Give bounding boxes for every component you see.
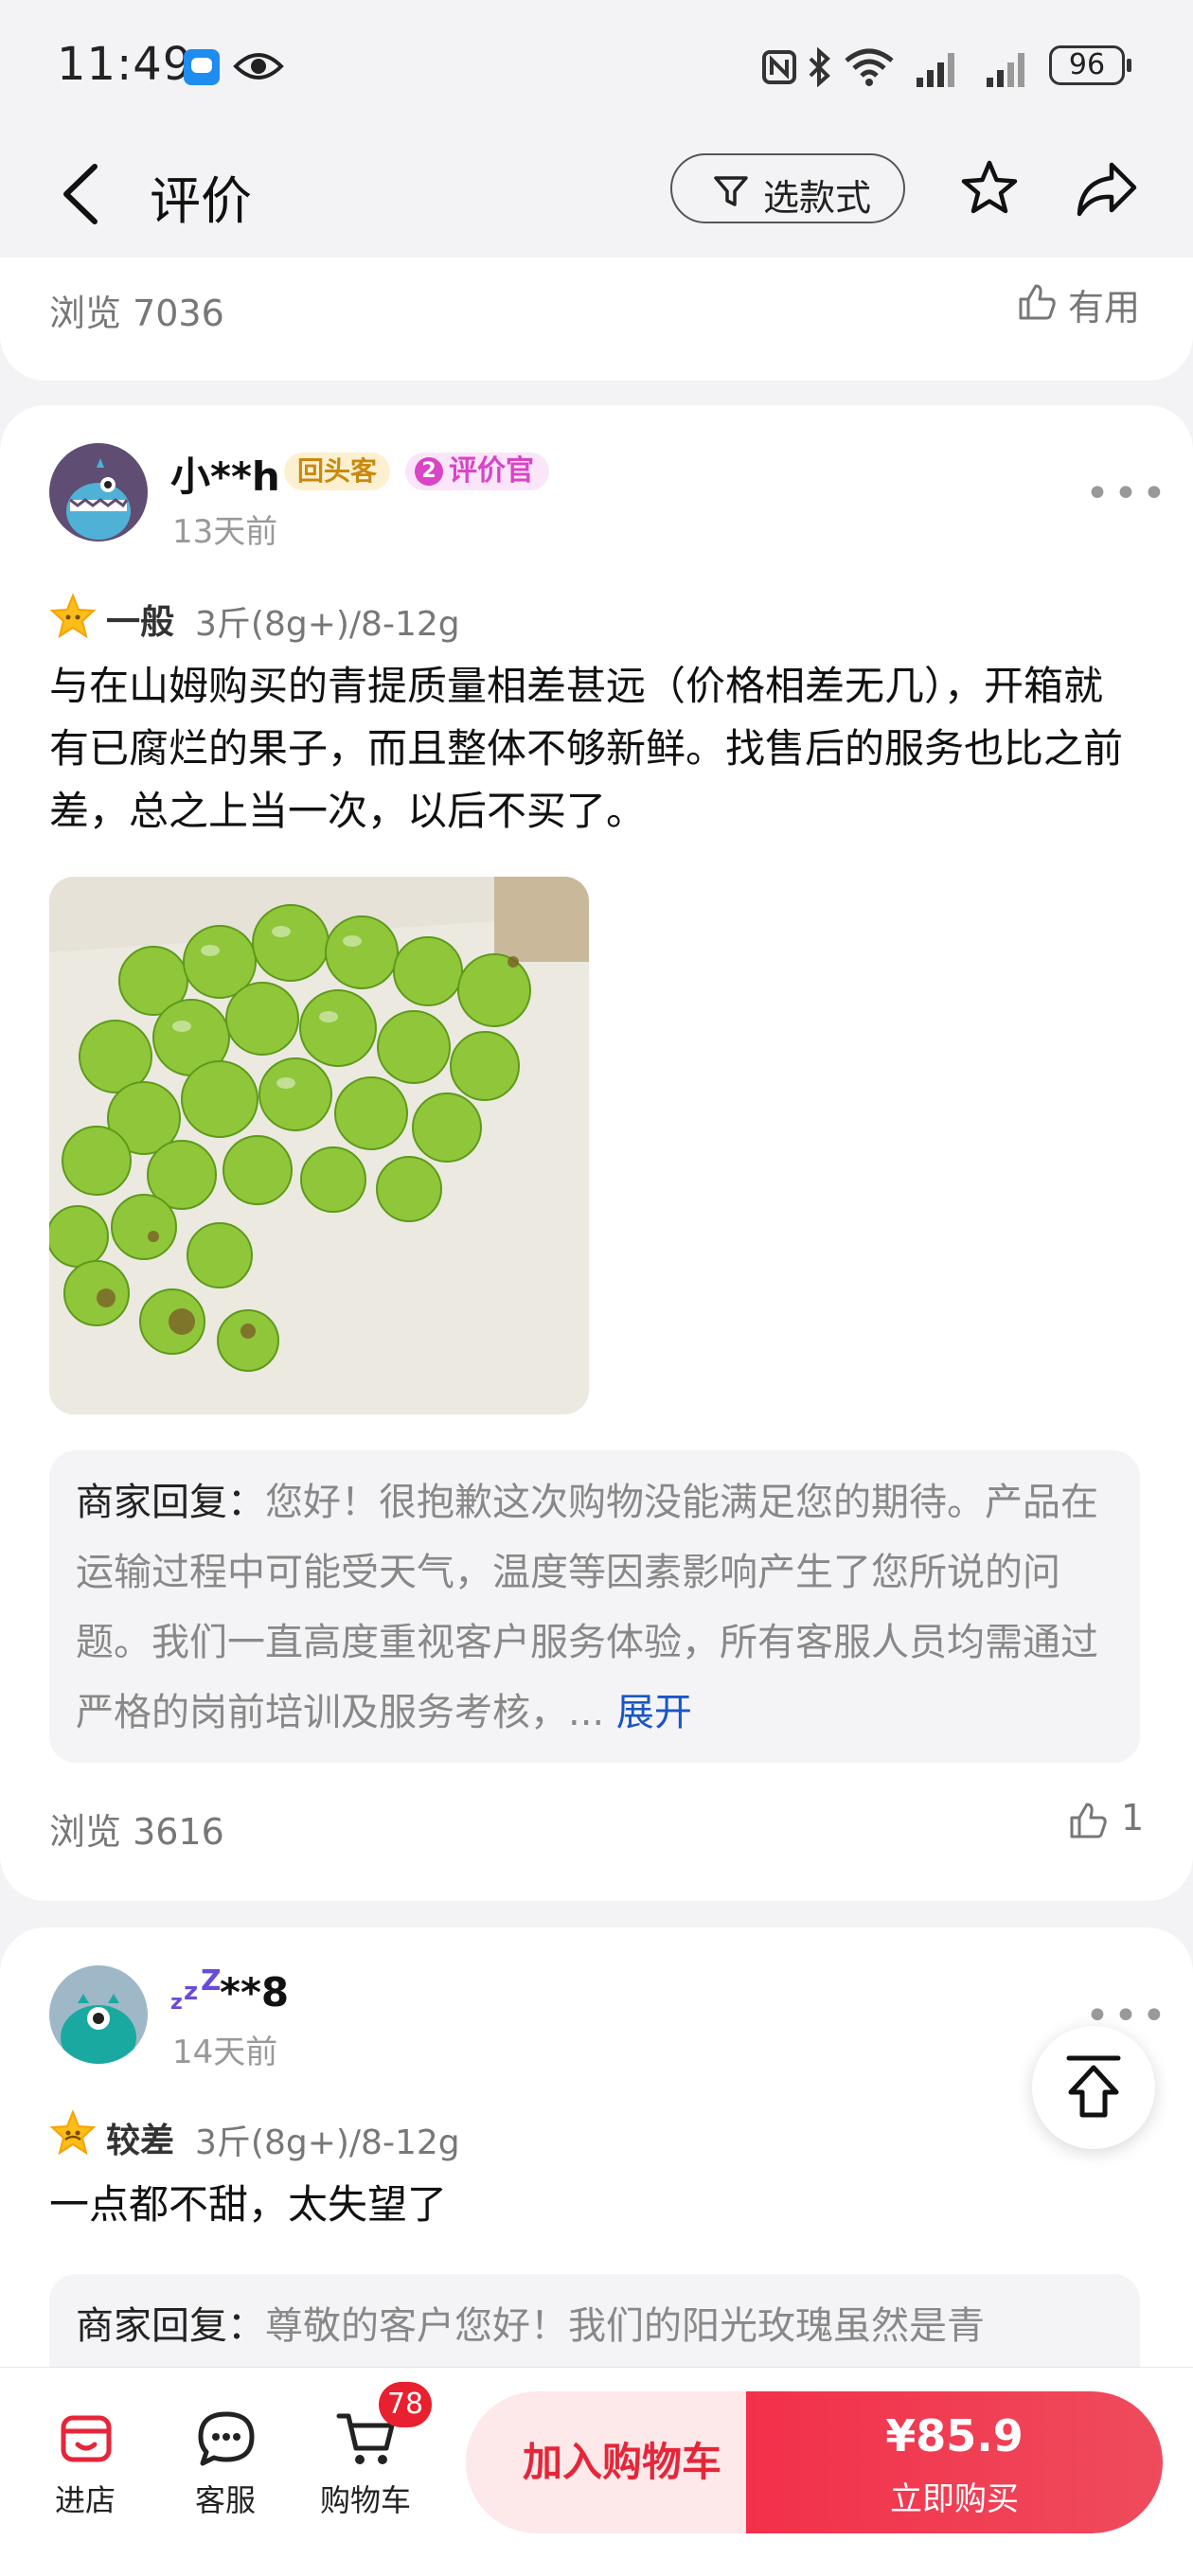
review-photo[interactable]	[49, 877, 589, 1414]
returning-customer-badge: 回头客	[284, 453, 391, 490]
review-time: 14天前	[172, 2034, 278, 2071]
page-title: 评价	[150, 171, 252, 231]
rating-label: 一般	[106, 603, 175, 642]
status-time: 11:49	[57, 38, 193, 91]
add-to-cart-button[interactable]: 加入购物车	[466, 2391, 778, 2533]
customer-service-button[interactable]: 客服	[169, 2405, 282, 2528]
review-text: 与在山姆购买的青提质量相差甚远（价格相差无几），开箱就有已腐烂的果子，而且整体不…	[49, 663, 1124, 834]
reviewer-name: **8	[220, 1969, 290, 2016]
grapes-photo	[49, 877, 589, 1414]
rating-star-icon	[49, 593, 97, 639]
reviewer-name: 小**h	[170, 453, 280, 500]
store-label: 进店	[54, 2482, 116, 2518]
svg-text:z: z	[170, 1991, 183, 2013]
review-text: 一点都不甜，太失望了	[49, 2181, 448, 2228]
message-app-icon	[184, 49, 220, 85]
battery-indicator: 96	[1049, 45, 1131, 85]
sleeping-z-icon: z z Z	[170, 1969, 220, 2013]
merchant-reply-text: 商家回复：尊敬的客户您好！我们的阳光玫瑰虽然是青	[76, 2291, 1117, 2367]
merchant-reply-text: 商家回复：您好！很抱歉这次购物没能满足您的期待。产品在运输过程中可能受天气，温度…	[76, 1467, 1117, 1751]
product-spec: 3斤(8g+)/8-12g	[195, 605, 460, 644]
cart-label: 购物车	[319, 2482, 411, 2518]
signal-icon-2	[987, 53, 1024, 87]
store-icon	[61, 2415, 112, 2462]
share-icon[interactable]	[1074, 159, 1140, 220]
select-style-label: 选款式	[763, 177, 872, 219]
previous-helpful-button[interactable]: 有用	[1017, 278, 1149, 329]
select-style-button[interactable]: 选款式	[670, 153, 905, 223]
merchant-reply-label: 商家回复：	[76, 1481, 265, 1524]
status-bar: 11:49 96	[0, 0, 1193, 133]
service-label: 客服	[194, 2482, 256, 2518]
buy-price: ¥85.9	[885, 2410, 1024, 2461]
rating-star-icon	[49, 2109, 97, 2156]
monster-avatar-icon	[49, 1965, 148, 2064]
store-button[interactable]: 进店	[28, 2405, 142, 2528]
wifi-icon	[845, 48, 894, 86]
thumbs-up-icon	[1070, 1803, 1107, 1839]
more-options-icon[interactable]: •••	[1085, 470, 1170, 518]
rating-label: 较差	[106, 2122, 175, 2160]
buy-now-button[interactable]: ¥85.9 立即购买	[746, 2391, 1163, 2533]
back-arrow-icon[interactable]	[57, 161, 104, 227]
avatar[interactable]	[49, 1965, 148, 2064]
cart-count-badge: 78	[379, 2382, 432, 2427]
back-to-top-button[interactable]	[1032, 2026, 1155, 2149]
merchant-reply-label: 商家回复：	[76, 2304, 265, 2348]
like-button[interactable]: 1	[1068, 1797, 1153, 1844]
review-time: 13天前	[172, 513, 278, 551]
chat-bubble-icon	[198, 2411, 255, 2466]
filter-icon	[714, 176, 748, 206]
svg-text:Z: Z	[201, 1969, 220, 1998]
product-spec: 3斤(8g+)/8-12g	[195, 2123, 460, 2162]
helpful-label: 有用	[1068, 287, 1141, 329]
svg-text:z: z	[184, 1978, 198, 2006]
arrow-up-icon	[1066, 2055, 1121, 2118]
eye-icon	[233, 53, 284, 80]
review-views: 浏览 3616	[49, 1811, 224, 1853]
favorite-star-icon[interactable]	[958, 157, 1021, 220]
reviewer-level-badge: 评价官	[405, 453, 549, 490]
previous-review-views: 浏览 7036	[49, 293, 224, 334]
monster-avatar-icon	[49, 443, 148, 542]
merchant-reply-content: 尊敬的客户您好！我们的阳光玫瑰虽然是青	[265, 2304, 985, 2348]
expand-link[interactable]: 展开	[616, 1691, 692, 1734]
bluetooth-icon	[809, 47, 830, 87]
nfc-icon	[762, 50, 796, 84]
signal-icon-1	[917, 53, 954, 87]
buy-now-label: 立即购买	[890, 2480, 1019, 2518]
thumbs-up-icon	[1019, 284, 1056, 320]
like-count: 1	[1121, 1797, 1145, 1839]
avatar[interactable]	[49, 443, 148, 542]
